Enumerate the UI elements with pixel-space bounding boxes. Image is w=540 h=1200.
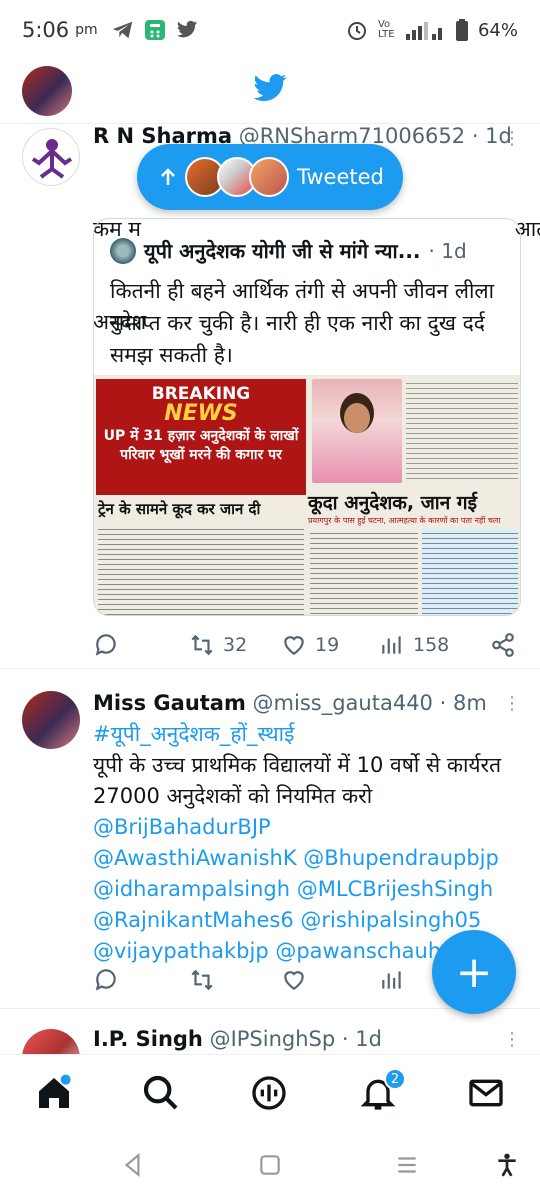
like-button[interactable]: 19 (281, 632, 371, 658)
tweet-timestamp: · 1d (341, 1027, 382, 1051)
pill-avatars (185, 157, 289, 197)
retweet-icon (191, 969, 213, 991)
more-options-icon[interactable]: ⋮ (503, 128, 522, 149)
view-count: 158 (413, 634, 450, 656)
battery-percent: 64% (477, 19, 518, 41)
bottom-navigation (0, 1054, 540, 1130)
mention-link[interactable]: @AwasthiAwanishK @Bhupendraupbjp (93, 843, 520, 874)
more-options-icon[interactable]: ⋮ (503, 693, 522, 714)
profile-avatar[interactable] (22, 66, 72, 116)
battery-icon (455, 19, 468, 41)
share-icon (492, 633, 514, 657)
newspaper-right-headline: कूदा अनुदेशक, जान गई (308, 492, 477, 514)
newspaper-left-headline: ट्रेन के सामने कूद कर जान दी (98, 500, 261, 518)
quoted-tweet[interactable]: यूपी अनुदेशक योगी जी से मांगे न्या... · … (93, 218, 521, 616)
tweet-avatar[interactable] (22, 128, 80, 186)
signal-icon (405, 22, 442, 40)
tweet-author-handle[interactable]: @miss_gauta440 (253, 691, 433, 715)
retweet-button[interactable] (189, 967, 279, 993)
search-icon[interactable] (141, 1073, 181, 1113)
accessibility-icon[interactable] (494, 1152, 520, 1178)
recents-icon[interactable] (394, 1152, 420, 1178)
heart-icon (284, 636, 304, 655)
volte-indicator: Vo LTE (377, 19, 395, 40)
calculator-icon (144, 20, 165, 40)
twitter-logo-icon (253, 74, 287, 101)
newspaper-body-text (98, 525, 304, 615)
tweet-actions: 32 19 158 (93, 632, 520, 658)
new-tweets-pill[interactable]: Tweeted (137, 144, 403, 210)
tweet-timestamp: · 8m (439, 691, 487, 715)
arrow-up-icon (161, 168, 175, 185)
share-button[interactable] (490, 632, 520, 658)
reply-icon (95, 634, 116, 656)
tweet-avatar[interactable] (22, 1029, 80, 1054)
more-options-icon[interactable]: ⋮ (503, 1029, 522, 1050)
views-icon (382, 971, 401, 989)
breaking-news-panel: BREAKING NEWS UP में 31 हज़ार अनुदेशकों … (96, 379, 306, 495)
like-button[interactable] (281, 967, 371, 993)
twitter-icon (176, 20, 197, 38)
telegram-icon (112, 21, 132, 39)
system-navigation-bar (0, 1130, 540, 1200)
reply-button[interactable] (93, 632, 183, 658)
newspaper-column-text (406, 379, 518, 483)
hashtag-link[interactable]: #यूपी_अनुदेशक_हों_स्थाई (93, 719, 520, 750)
newspaper-right-subheadline: प्रयागपुर के पास हुई घटना, आत्महत्या के … (308, 516, 501, 525)
tweet-avatar[interactable] (22, 691, 80, 749)
mention-link[interactable]: @idharampalsingh @MLCBrijeshSingh (93, 874, 520, 905)
quoted-media-image[interactable]: BREAKING NEWS UP में 31 हज़ार अनुदेशकों … (94, 375, 520, 615)
plus-icon: + (455, 946, 493, 998)
notifications-badge: 2 (384, 1068, 406, 1090)
mention-link[interactable]: @BrijBahadurBJP (93, 812, 520, 843)
clock: 5:06 (22, 18, 70, 42)
compose-tweet-button[interactable]: + (432, 930, 516, 1014)
tweet[interactable]: I.P. Singh @IPSinghSp · 1d ⋮ (0, 1019, 540, 1054)
tweet-author-name[interactable]: Miss Gautam (93, 691, 246, 715)
back-icon[interactable] (120, 1152, 146, 1178)
quoted-author-name[interactable]: यूपी अनुदेशक योगी जी से मांगे न्या... (144, 237, 421, 264)
newspaper-box-text (422, 529, 518, 615)
reply-icon (95, 969, 116, 991)
like-count: 19 (315, 634, 340, 656)
reply-button[interactable] (93, 967, 183, 993)
home-icon[interactable] (34, 1073, 74, 1113)
tweet-author-handle[interactable]: @IPSinghSp (210, 1027, 336, 1051)
views-button[interactable]: 158 (379, 632, 469, 658)
messages-envelope-icon[interactable] (466, 1073, 506, 1113)
alarm-icon (347, 22, 366, 40)
woman-photo (312, 379, 402, 483)
quoted-text: कितनी ही बहने आर्थिक तंगी से अपनी जीवन ल… (110, 279, 495, 367)
quoted-timestamp: · 1d (428, 238, 467, 263)
spaces-icon[interactable] (249, 1073, 289, 1113)
pill-label: Tweeted (297, 165, 384, 189)
retweet-icon (191, 634, 213, 656)
tweet-body: यूपी के उच्च प्राथमिक विद्यालयों में 10 … (93, 753, 502, 808)
yoga-logo-icon (31, 139, 73, 179)
retweet-count: 32 (223, 634, 248, 656)
tweet-author-name[interactable]: I.P. Singh (93, 1027, 203, 1051)
quoted-avatar[interactable] (110, 237, 136, 264)
tweet-text: #यूपी_अनुदेशक_हों_स्थाई यूपी के उच्च प्र… (93, 719, 520, 967)
heart-icon (284, 971, 304, 990)
clock-ampm: pm (75, 22, 98, 38)
home-button-icon[interactable] (257, 1152, 283, 1178)
newspaper-body-text-right (310, 529, 418, 615)
views-icon (382, 636, 401, 654)
mention-link[interactable]: @RajnikantMahes6 @rishipalsingh05 (93, 905, 520, 936)
timeline-feed[interactable]: R N Sharma @RNSharm71006652 · 1d कम म आत… (0, 124, 540, 1054)
status-bar: 5:06 pm Vo LTE 64% (0, 0, 540, 60)
app-header (0, 60, 540, 124)
retweet-button[interactable]: 32 (189, 632, 279, 658)
